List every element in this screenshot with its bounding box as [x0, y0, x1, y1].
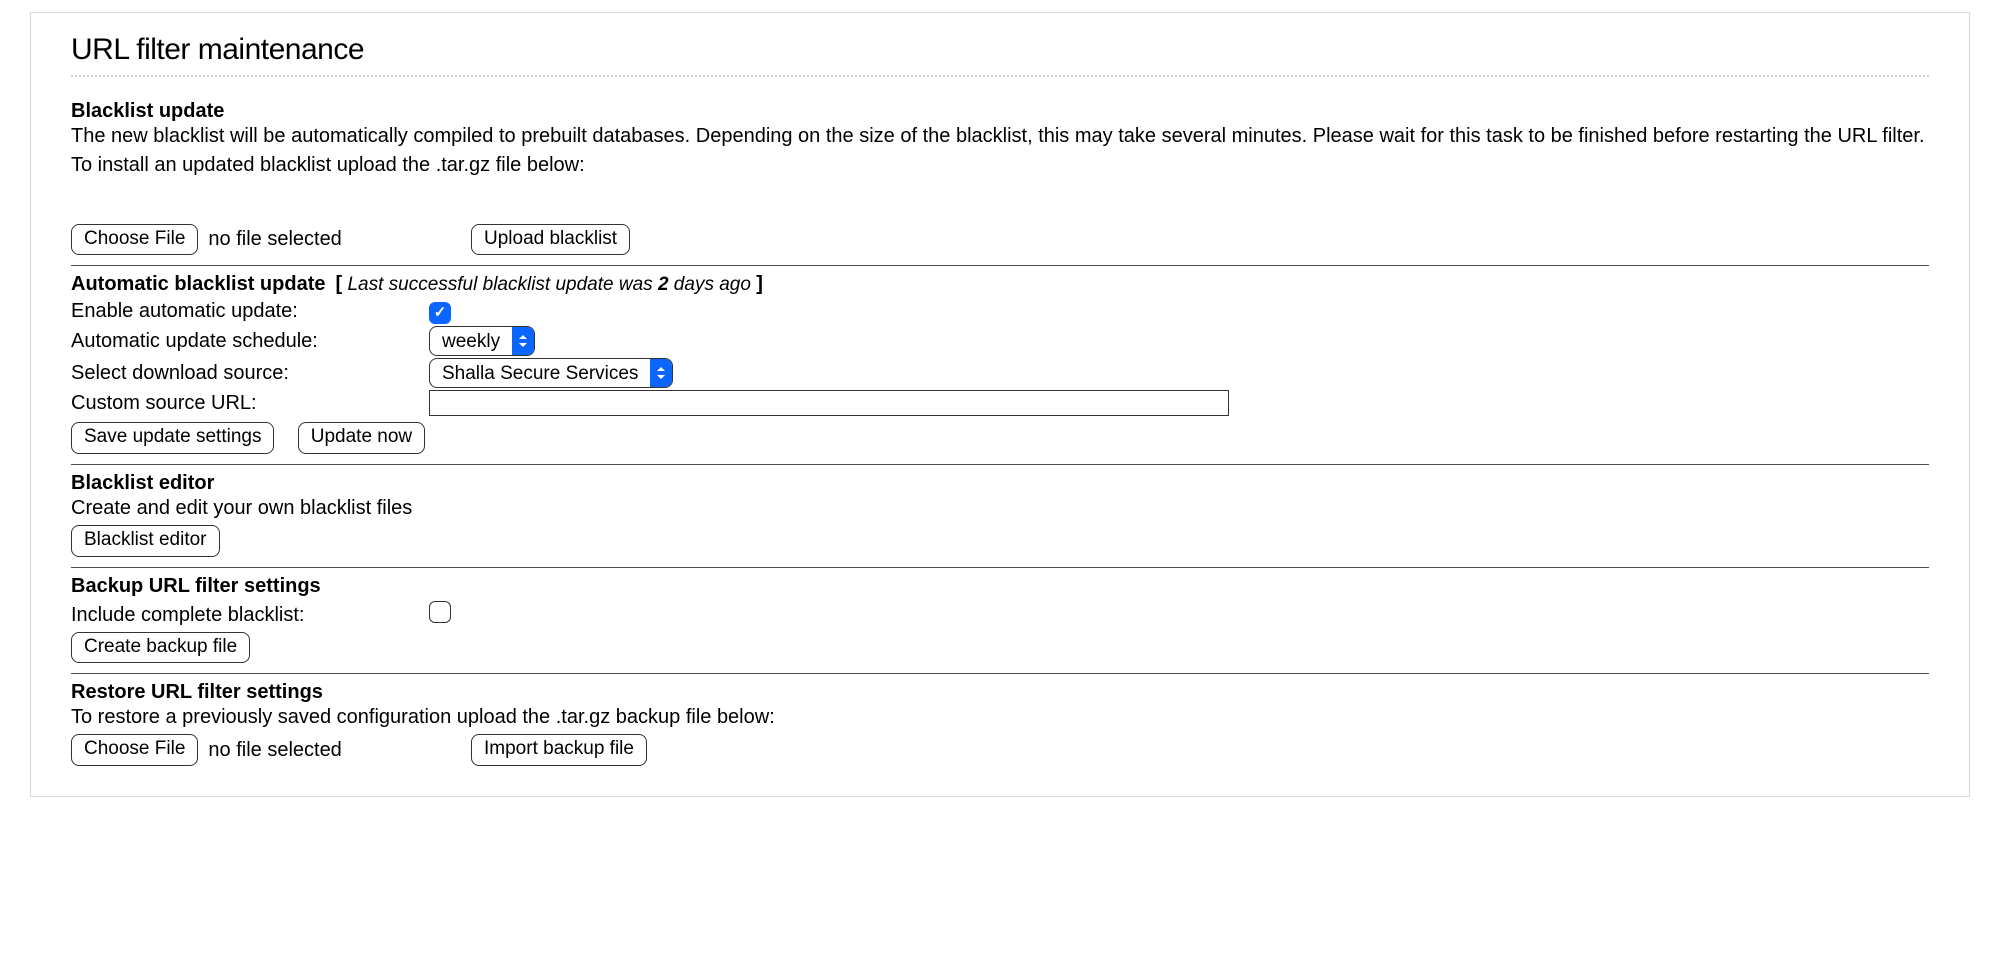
- enable-auto-update-label: Enable automatic update:: [71, 299, 429, 324]
- divider: [71, 265, 1929, 266]
- choose-file-button[interactable]: Choose File: [71, 224, 198, 256]
- import-backup-file-button[interactable]: Import backup file: [471, 734, 647, 766]
- restore-choose-file-button[interactable]: Choose File: [71, 734, 198, 766]
- blacklist-update-desc1: The new blacklist will be automatically …: [71, 124, 1929, 149]
- divider: [71, 673, 1929, 674]
- file-status-text: no file selected: [208, 227, 341, 252]
- auto-update-schedule-label: Automatic update schedule:: [71, 329, 429, 354]
- include-complete-blacklist-checkbox[interactable]: [429, 601, 451, 623]
- blacklist-update-desc2: To install an updated blacklist upload t…: [71, 153, 1929, 178]
- auto-update-status-prefix: Last successful blacklist update was: [347, 274, 658, 295]
- download-source-value: Shalla Secure Services: [430, 359, 650, 387]
- restore-desc: To restore a previously saved configurat…: [71, 705, 1929, 730]
- auto-update-status: [ Last successful blacklist update was 2…: [336, 272, 763, 297]
- custom-source-url-label: Custom source URL:: [71, 391, 429, 416]
- update-now-button[interactable]: Update now: [298, 422, 425, 454]
- chevron-up-down-icon: [512, 327, 534, 355]
- save-update-settings-button[interactable]: Save update settings: [71, 422, 274, 454]
- auto-update-status-suffix: days ago: [669, 274, 751, 295]
- download-source-select[interactable]: Shalla Secure Services: [429, 358, 673, 388]
- blacklist-editor-desc: Create and edit your own blacklist files: [71, 496, 1929, 521]
- chevron-up-down-icon: [650, 359, 672, 387]
- auto-update-status-days: 2: [658, 274, 669, 295]
- include-complete-blacklist-label: Include complete blacklist:: [71, 603, 429, 628]
- create-backup-file-button[interactable]: Create backup file: [71, 632, 250, 664]
- blacklist-editor-button[interactable]: Blacklist editor: [71, 525, 220, 557]
- download-source-label: Select download source:: [71, 361, 429, 386]
- restore-file-status-text: no file selected: [208, 738, 341, 763]
- enable-auto-update-checkbox[interactable]: ✓: [429, 302, 451, 324]
- blacklist-update-heading: Blacklist update: [71, 99, 1929, 124]
- auto-update-schedule-value: weekly: [430, 327, 512, 355]
- blacklist-editor-heading: Blacklist editor: [71, 471, 1929, 496]
- divider: [71, 464, 1929, 465]
- restore-heading: Restore URL filter settings: [71, 680, 1929, 705]
- auto-update-schedule-select[interactable]: weekly: [429, 326, 535, 356]
- custom-source-url-input[interactable]: [429, 390, 1229, 416]
- upload-blacklist-button[interactable]: Upload blacklist: [471, 224, 630, 256]
- divider-dotted: [71, 75, 1929, 77]
- divider: [71, 567, 1929, 568]
- backup-heading: Backup URL filter settings: [71, 574, 1929, 599]
- page-title: URL filter maintenance: [71, 31, 1929, 69]
- auto-update-heading: Automatic blacklist update: [71, 272, 326, 297]
